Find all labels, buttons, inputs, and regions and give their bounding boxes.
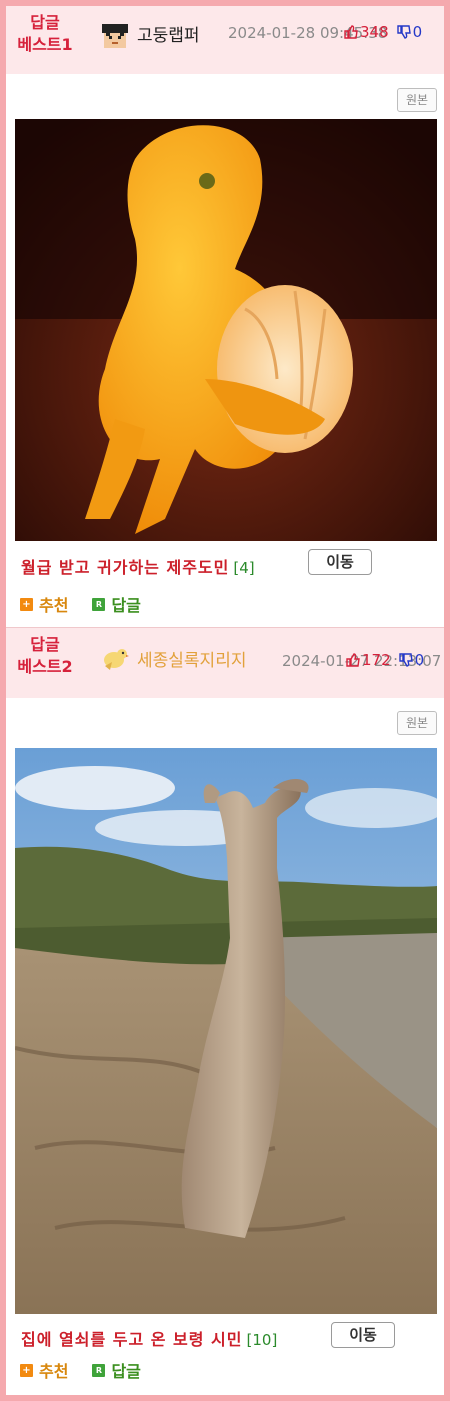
thumbs-up-icon[interactable]	[346, 653, 360, 667]
avatar[interactable]	[100, 644, 130, 674]
downvote-count: 0	[414, 651, 425, 669]
reply-icon: R	[92, 1363, 106, 1377]
move-button[interactable]: 이동	[308, 549, 372, 575]
rank-badge: 답글 베스트2	[8, 634, 82, 678]
tangerine-figure-image	[15, 119, 437, 541]
upvote-count: 348	[360, 23, 389, 41]
recommend-button[interactable]: + 추천	[20, 592, 68, 616]
comment-count[interactable]: [10]	[247, 1331, 278, 1349]
recommend-button[interactable]: + 추천	[20, 1358, 68, 1382]
original-image-button[interactable]: 원본	[397, 711, 437, 735]
reply-button[interactable]: R 답글	[92, 592, 141, 616]
vote-stats: 172 0	[346, 651, 424, 669]
reply-icon: R	[92, 597, 106, 611]
rank-label-type: 답글	[30, 635, 60, 654]
author-name[interactable]: 세종실록지리지	[137, 646, 246, 671]
thumbs-up-icon[interactable]	[344, 25, 358, 39]
best-post-1: 답글 베스트1 고둥랩퍼 2024-01-28 09:45:38 348 0 원…	[6, 6, 444, 628]
thumbs-down-icon[interactable]	[396, 25, 411, 39]
vote-stats: 348 0	[344, 23, 422, 41]
best-replies-panel: 답글 베스트1 고둥랩퍼 2024-01-28 09:45:38 348 0 원…	[6, 6, 444, 1395]
post-actions: + 추천 R 답글	[20, 1358, 165, 1382]
rank-label-rank: 베스트2	[17, 657, 73, 676]
post-actions: + 추천 R 답글	[20, 592, 165, 616]
comment-count[interactable]: [4]	[233, 559, 254, 577]
recommend-label: 추천	[39, 1362, 69, 1381]
reply-label: 답글	[111, 596, 141, 615]
thumbs-down-icon[interactable]	[398, 653, 413, 667]
reply-label: 답글	[111, 1362, 141, 1381]
author-name[interactable]: 고둥랩퍼	[137, 21, 200, 46]
move-button[interactable]: 이동	[331, 1322, 395, 1348]
post-title-row[interactable]: 월급 받고 귀가하는 제주도민 [4]	[21, 554, 255, 578]
post-title[interactable]: 집에 열쇠를 두고 온 보령 시민	[21, 1326, 243, 1350]
post-title[interactable]: 월급 받고 귀가하는 제주도민	[21, 554, 229, 578]
plus-icon: +	[20, 597, 33, 611]
post-image[interactable]	[15, 119, 437, 541]
post-header: 답글 베스트2 세종실록지리지 2024-01-27 22:13:07 172	[6, 628, 444, 698]
mud-legs-image	[15, 748, 437, 1314]
downvote-count: 0	[412, 23, 423, 41]
post-image[interactable]	[15, 748, 437, 1314]
rank-label-rank: 베스트1	[17, 35, 73, 54]
avatar[interactable]	[100, 22, 130, 52]
upvote-count: 172	[362, 651, 391, 669]
recommend-label: 추천	[39, 596, 69, 615]
post-title-row[interactable]: 집에 열쇠를 두고 온 보령 시민 [10]	[21, 1326, 277, 1350]
best-post-2: 답글 베스트2 세종실록지리지 2024-01-27 22:13:07 172	[6, 628, 444, 1395]
post-header: 답글 베스트1 고둥랩퍼 2024-01-28 09:45:38 348 0	[6, 6, 444, 74]
rank-badge: 답글 베스트1	[8, 12, 82, 56]
reply-button[interactable]: R 답글	[92, 1358, 141, 1382]
original-image-button[interactable]: 원본	[397, 88, 437, 112]
plus-icon: +	[20, 1363, 33, 1377]
rank-label-type: 답글	[30, 13, 60, 32]
